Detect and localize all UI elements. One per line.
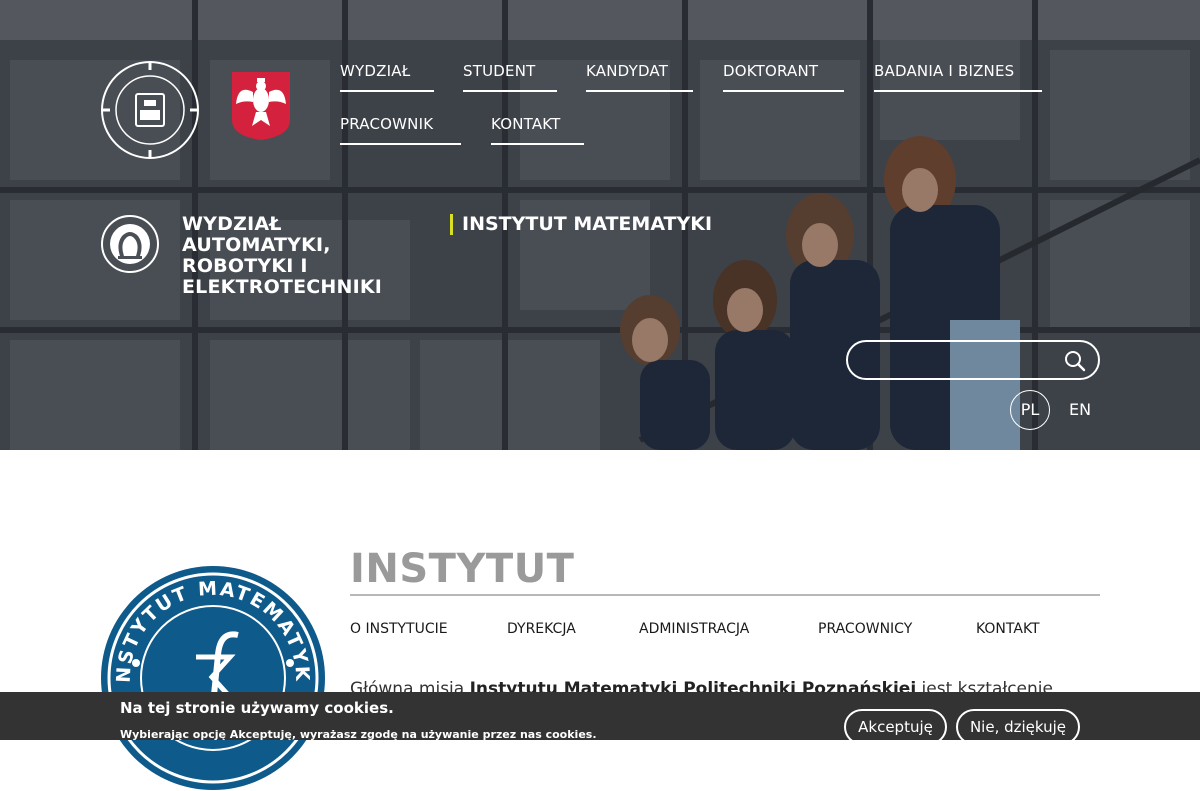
section-title: INSTYTUT bbox=[350, 546, 575, 592]
faculty-name[interactable]: WYDZIAŁ AUTOMATYKI, ROBOTYKI I ELEKTROTE… bbox=[182, 214, 422, 298]
language-en-button[interactable]: EN bbox=[1060, 390, 1100, 430]
institute-name[interactable]: INSTYTUT MATEMATYKI bbox=[462, 213, 712, 235]
subnav-administracja[interactable]: ADMINISTRACJA bbox=[639, 621, 749, 637]
nav-item-kandydat[interactable]: KANDYDAT bbox=[586, 62, 693, 92]
subnav-pracownicy[interactable]: PRACOWNICY bbox=[818, 621, 912, 637]
nav-item-pracownik[interactable]: PRACOWNIK bbox=[340, 115, 461, 145]
subnav-kontakt[interactable]: KONTAKT bbox=[976, 621, 1040, 637]
nav-item-kontakt[interactable]: KONTAKT bbox=[491, 115, 584, 145]
institute-accent-mark bbox=[450, 214, 453, 235]
subnav-dyrekcja[interactable]: DYREKCJA bbox=[507, 621, 576, 637]
nav-item-badania-i-biznes[interactable]: BADANIA I BIZNES bbox=[874, 62, 1042, 92]
language-pl-button[interactable]: PL bbox=[1010, 390, 1050, 430]
nav-item-doktorant[interactable]: DOKTORANT bbox=[723, 62, 844, 92]
nav-item-student[interactable]: STUDENT bbox=[463, 62, 557, 92]
subnav-o-instytucie[interactable]: O INSTYTUCIE bbox=[350, 621, 448, 637]
search-input[interactable] bbox=[862, 348, 1062, 372]
faculty-logo-icon[interactable] bbox=[100, 214, 160, 274]
politechnika-poznanska-seal-icon[interactable] bbox=[100, 60, 200, 160]
hero-banner: WYDZIAŁ STUDENT KANDYDAT DOKTORANT BADAN… bbox=[0, 0, 1200, 450]
institute-logo-icon: INSTYTUT MATEMATYKI bbox=[100, 565, 325, 790]
search-box bbox=[846, 340, 1100, 380]
cookie-title: Na tej stronie używamy cookies. bbox=[120, 699, 394, 717]
cookie-bar: Na tej stronie używamy cookies. Wybieraj… bbox=[0, 692, 1200, 745]
nav-item-wydzial[interactable]: WYDZIAŁ bbox=[340, 62, 434, 92]
section-divider bbox=[350, 594, 1100, 596]
cookie-text: Wybierając opcję Akceptuję, wyrażasz zgo… bbox=[120, 728, 597, 741]
polish-eagle-icon bbox=[232, 72, 290, 140]
search-icon[interactable] bbox=[1064, 350, 1086, 372]
